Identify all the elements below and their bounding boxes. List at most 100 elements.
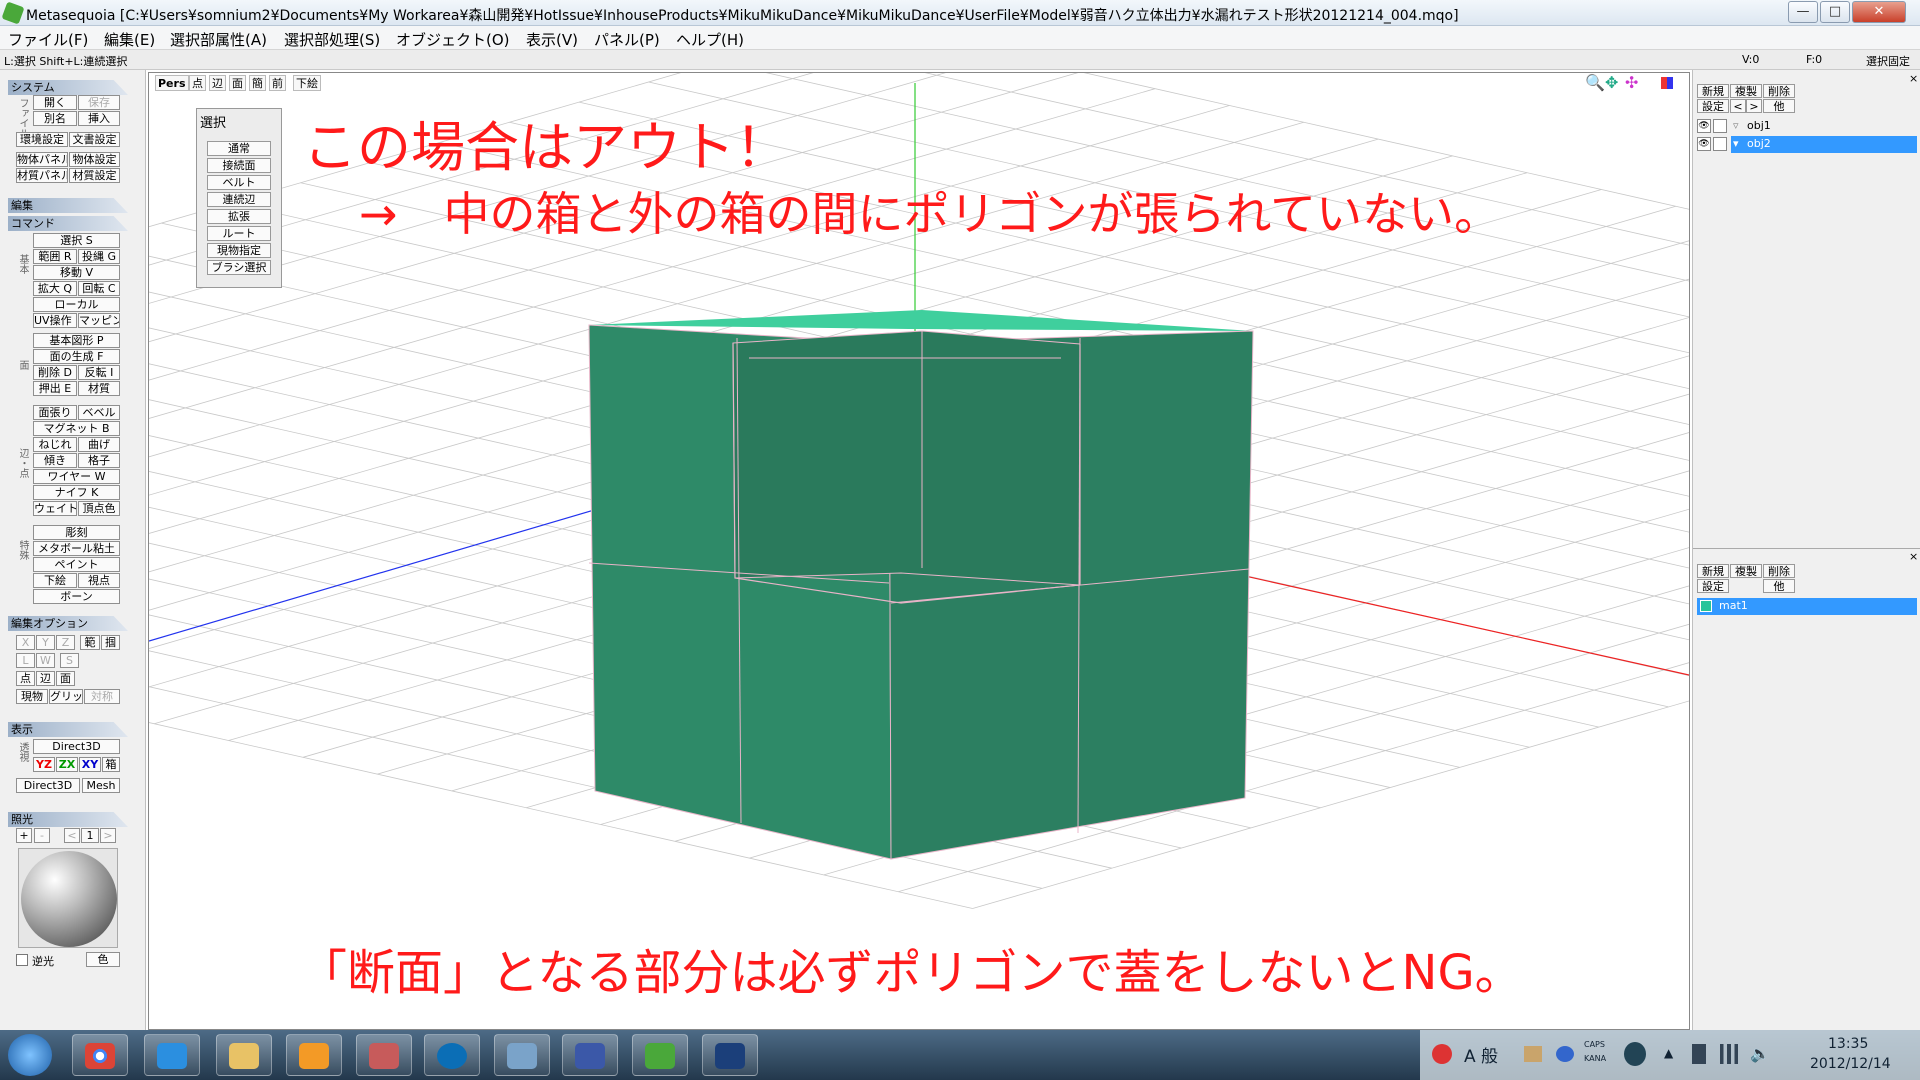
select-expand[interactable]: 拡張 <box>207 209 271 224</box>
opt-s[interactable]: S <box>60 653 79 668</box>
select-connected-face[interactable]: 接続面 <box>207 158 271 173</box>
signal-icon[interactable] <box>1720 1044 1738 1064</box>
select-current-object[interactable]: 現物指定 <box>207 243 271 258</box>
view-box-button[interactable]: 箱 <box>102 757 120 772</box>
cmd-tilt[interactable]: 傾き <box>33 453 77 468</box>
view-yz-button[interactable]: YZ <box>33 757 55 772</box>
cmd-mapping[interactable]: マッピング <box>78 313 120 328</box>
light-next-button[interactable]: > <box>100 828 116 843</box>
cmd-twist[interactable]: ねじれ <box>33 437 77 452</box>
mesh-mode-button[interactable]: Mesh <box>82 778 120 793</box>
cmd-rotate[interactable]: 回転 C <box>78 281 120 296</box>
material-settings-button[interactable]: 設定 <box>1697 579 1729 593</box>
menu-object[interactable]: オブジェクト(O) <box>396 29 510 50</box>
volume-icon[interactable]: 🔈 <box>1750 1044 1770 1063</box>
taskbar-chrome[interactable] <box>72 1034 128 1076</box>
taskbar-s-app[interactable] <box>494 1034 550 1076</box>
material-settings-button[interactable]: 材質設定 <box>69 168 120 183</box>
cmd-uv[interactable]: UV操作 U <box>33 313 77 328</box>
visibility-eye-icon[interactable]: 👁 <box>1697 137 1711 151</box>
view-xy-button[interactable]: XY <box>79 757 101 772</box>
menu-edit[interactable]: 編集(E) <box>104 29 155 50</box>
menu-selection-attr[interactable]: 選択部属性(A) <box>170 29 267 50</box>
tray-expand-icon[interactable]: ▲ <box>1664 1046 1673 1060</box>
cmd-material[interactable]: 材質 <box>78 381 120 396</box>
zoom-icon[interactable]: 🔍 <box>1585 73 1605 92</box>
cmd-lattice[interactable]: 格子 <box>78 453 120 468</box>
select-loop-edge[interactable]: 連続辺 <box>207 192 271 207</box>
light-preview[interactable] <box>18 848 118 948</box>
view-simple-toggle[interactable]: 簡 <box>249 75 266 91</box>
cmd-viewpoint[interactable]: 視点 <box>78 573 120 588</box>
opt-x[interactable]: X <box>16 635 35 650</box>
rotate-view-icon[interactable]: ✣ <box>1625 73 1638 92</box>
opt-y[interactable]: Y <box>36 635 55 650</box>
opt-range[interactable]: 範 <box>80 635 100 650</box>
view-vertex-toggle[interactable]: 点 <box>189 75 206 91</box>
cmd-select[interactable]: 選択 S <box>33 233 120 248</box>
cmd-underlay[interactable]: 下絵 <box>33 573 77 588</box>
object-row-obj1[interactable]: 👁 ▿ obj1 <box>1697 118 1917 135</box>
cmd-scale[interactable]: 拡大 Q <box>33 281 77 296</box>
doc-settings-button[interactable]: 文書設定 <box>69 132 120 147</box>
view-edge-toggle[interactable]: 辺 <box>209 75 226 91</box>
opt-current-object[interactable]: 現物 <box>16 689 48 704</box>
taskbar-ie[interactable] <box>144 1034 200 1076</box>
move-view-icon[interactable]: ✥ <box>1605 73 1618 92</box>
object-next-button[interactable]: > <box>1746 99 1762 113</box>
taskbar-infinity[interactable] <box>562 1034 618 1076</box>
material-delete-button[interactable]: 削除 <box>1763 564 1795 578</box>
view-front-toggle[interactable]: 前 <box>269 75 286 91</box>
menu-file[interactable]: ファイル(F) <box>8 29 88 50</box>
clock-date[interactable]: 2012/12/14 <box>1810 1056 1891 1072</box>
material-panel-close-icon[interactable]: × <box>1909 550 1918 563</box>
select-belt[interactable]: ベルト <box>207 175 271 190</box>
taskbar-app[interactable] <box>356 1034 412 1076</box>
opt-grab[interactable]: 掴 <box>101 635 120 650</box>
light-prev-button[interactable]: < <box>64 828 80 843</box>
edit-options-header[interactable]: 編集オプション <box>8 616 128 631</box>
selection-lock[interactable]: 選択固定 <box>1866 53 1910 69</box>
opt-grid[interactable]: グリッド <box>49 689 83 704</box>
lock-toggle[interactable] <box>1713 137 1727 151</box>
ime-tool-icon[interactable] <box>1524 1046 1542 1062</box>
opt-z[interactable]: Z <box>56 635 75 650</box>
opt-edge[interactable]: 辺 <box>36 671 55 686</box>
display-section-header[interactable]: 表示 <box>8 722 128 737</box>
save-button[interactable]: 保存 <box>78 95 120 110</box>
minimize-button[interactable]: — <box>1788 1 1818 23</box>
taskbar-media[interactable] <box>286 1034 342 1076</box>
view-underlay-toggle[interactable]: 下絵 <box>293 75 321 91</box>
save-as-button[interactable]: 別名 <box>33 111 77 126</box>
start-button[interactable] <box>8 1034 52 1076</box>
object-new-button[interactable]: 新規 <box>1697 84 1729 98</box>
cmd-weight[interactable]: ウェイト <box>33 501 77 516</box>
direct3d-mode-button[interactable]: Direct3D <box>16 778 80 793</box>
edit-section-header[interactable]: 編集 <box>8 198 128 213</box>
cmd-paint[interactable]: ペイント <box>33 557 120 572</box>
cmd-move[interactable]: 移動 V <box>33 265 120 280</box>
opt-face[interactable]: 面 <box>56 671 75 686</box>
light-color-button[interactable]: 色 <box>86 952 120 967</box>
view-face-toggle[interactable]: 面 <box>229 75 246 91</box>
opt-vertex[interactable]: 点 <box>16 671 35 686</box>
close-button[interactable]: ✕ <box>1852 1 1906 23</box>
material-row-mat1[interactable]: mat1 <box>1697 598 1917 615</box>
object-panel-button[interactable]: 物体パネル <box>16 152 68 167</box>
object-other-button[interactable]: 他 <box>1763 99 1795 113</box>
expand-arrow-icon[interactable]: ▾ <box>1733 136 1739 152</box>
menu-panel[interactable]: パネル(P) <box>594 29 660 50</box>
lock-toggle[interactable] <box>1713 119 1727 133</box>
light-remove-button[interactable]: - <box>34 828 50 843</box>
cmd-vertex-color[interactable]: 頂点色 <box>78 501 120 516</box>
security-icon[interactable] <box>1432 1044 1452 1064</box>
insert-button[interactable]: 挿入 <box>78 111 120 126</box>
object-delete-button[interactable]: 削除 <box>1763 84 1795 98</box>
menu-help[interactable]: ヘルプ(H) <box>676 29 744 50</box>
network-status-icon[interactable] <box>1624 1042 1646 1066</box>
open-button[interactable]: 開く <box>33 95 77 110</box>
cmd-delete[interactable]: 削除 D <box>33 365 77 380</box>
object-copy-button[interactable]: 複製 <box>1730 84 1762 98</box>
material-new-button[interactable]: 新規 <box>1697 564 1729 578</box>
taskbar-metasequoia[interactable] <box>632 1034 688 1076</box>
